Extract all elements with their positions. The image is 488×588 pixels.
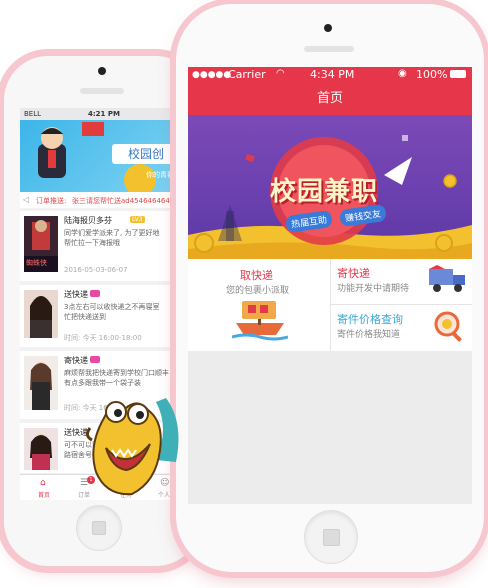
- send-title: 寄快递: [337, 267, 370, 280]
- tab-label: 首页: [38, 492, 51, 499]
- home-icon: ⌂: [40, 478, 46, 488]
- send-subtitle: 功能开发中请期待: [337, 284, 410, 294]
- home-square-icon: [323, 529, 340, 546]
- card-time: 2016-05-03-06-07: [64, 266, 128, 274]
- battery-percent: 100%: [416, 68, 448, 81]
- card-title: 寄快递: [64, 356, 88, 365]
- back-phone-speaker: [80, 88, 124, 94]
- front-phone-screen: ●●●●● Carrier ◠ 4:34 PM ◉ 100% 首页 校园兼职 热…: [188, 67, 472, 504]
- battery-icon: [450, 70, 466, 78]
- gender-badge: [90, 290, 100, 297]
- tab-home[interactable]: ⌂ 首页: [32, 475, 56, 500]
- price-query-title: 寄件价格查询: [337, 313, 403, 326]
- back-carrier: BELL: [24, 110, 42, 118]
- card-text: 同学们爱学派来了, 为了更好地: [64, 229, 160, 237]
- level-badge: LV3: [130, 216, 145, 223]
- front-phone-camera: [324, 24, 332, 32]
- speaker-icon: ◁: [23, 195, 30, 204]
- back-banner-title: 校园创: [112, 144, 178, 164]
- pickup-title: 取快递: [240, 269, 273, 282]
- promo-banner[interactable]: 校园兼职 热届互助 赚钱交友: [188, 115, 472, 259]
- card-text-2: 帮忙拉一下海报哦: [64, 239, 120, 247]
- back-home-button[interactable]: [76, 505, 122, 551]
- home-square-icon: [92, 521, 106, 535]
- movie-poster-image: 蜘蛛侠: [24, 216, 58, 272]
- delivery-truck-icon: [429, 265, 465, 292]
- notice-label: 订单推送:: [36, 197, 67, 205]
- avatar: [24, 428, 58, 470]
- price-query-subtitle: 寄件价格我知道: [337, 330, 401, 340]
- wifi-icon: ◠: [276, 68, 285, 79]
- back-phone-camera: [98, 67, 106, 75]
- gender-badge: [90, 356, 100, 363]
- carrier-label: Carrier: [228, 68, 266, 81]
- front-phone-speaker: [304, 46, 354, 52]
- card-text-2: 有点多跟我带一个袋子装: [64, 379, 141, 387]
- signal-dots-icon: ●●●●●: [192, 70, 232, 80]
- card-text: 麻烦帮我把快递寄到学校门口顺丰: [64, 369, 169, 377]
- magnifier-coin-icon: [434, 311, 462, 342]
- service-grid: 取快递 您的包裹小派取 寄快递 功能开发中请期待 寄件价格查询 寄件价格我知道: [188, 259, 472, 351]
- send-service-tile[interactable]: 寄快递 功能开发中请期待: [331, 259, 472, 304]
- sailing-boat-icon: [232, 301, 288, 341]
- status-bar: ●●●●● Carrier ◠ 4:34 PM ◉ 100%: [188, 67, 472, 83]
- page-title: 首页: [188, 83, 472, 115]
- avatar: [24, 290, 58, 338]
- list-item[interactable]: 送快递 3点左右可以收快递之不再寝室 忙把快递送到 时间: 今天 16:00-1…: [20, 285, 178, 347]
- list-item[interactable]: 蜘蛛侠 陆海报贝多芬 LV3 同学们爱学派来了, 为了更好地 帮忙拉一下海报哦 …: [20, 211, 178, 281]
- back-notice-bar[interactable]: ◁ 订单推送: 张三请您帮忙送ad454646464: [20, 192, 178, 208]
- back-banner[interactable]: 校园创 你的青春: [20, 120, 178, 192]
- card-title: 陆海报贝多芬: [64, 216, 112, 225]
- yellow-monster-mascot: [86, 398, 179, 496]
- front-home-button[interactable]: [304, 510, 358, 564]
- back-clock: 4:21 PM: [88, 110, 120, 118]
- card-title: 送快递: [64, 290, 88, 299]
- banner-headline: 校园兼职: [269, 177, 378, 207]
- pickup-subtitle: 您的包裹小派取: [226, 286, 290, 296]
- avatar: [24, 356, 58, 410]
- clock: 4:34 PM: [310, 68, 355, 81]
- card-text-2: 忙把快递送到: [64, 313, 106, 321]
- lock-rotation-icon: ◉: [398, 68, 407, 79]
- back-status-bar: BELL 4:21 PM: [20, 108, 178, 120]
- card-title: 送快递: [64, 428, 88, 437]
- price-query-tile[interactable]: 寄件价格查询 寄件价格我知道: [331, 305, 472, 351]
- card-text: 3点左右可以收快递之不再寝室: [64, 303, 160, 311]
- back-banner-sub: 你的青春: [146, 171, 174, 179]
- notice-text: 张三请您帮忙送ad454646464: [72, 197, 170, 205]
- card-time: 时间: 今天 16:00-18:00: [64, 334, 142, 342]
- pickup-service-tile[interactable]: 取快递 您的包裹小派取: [188, 259, 330, 351]
